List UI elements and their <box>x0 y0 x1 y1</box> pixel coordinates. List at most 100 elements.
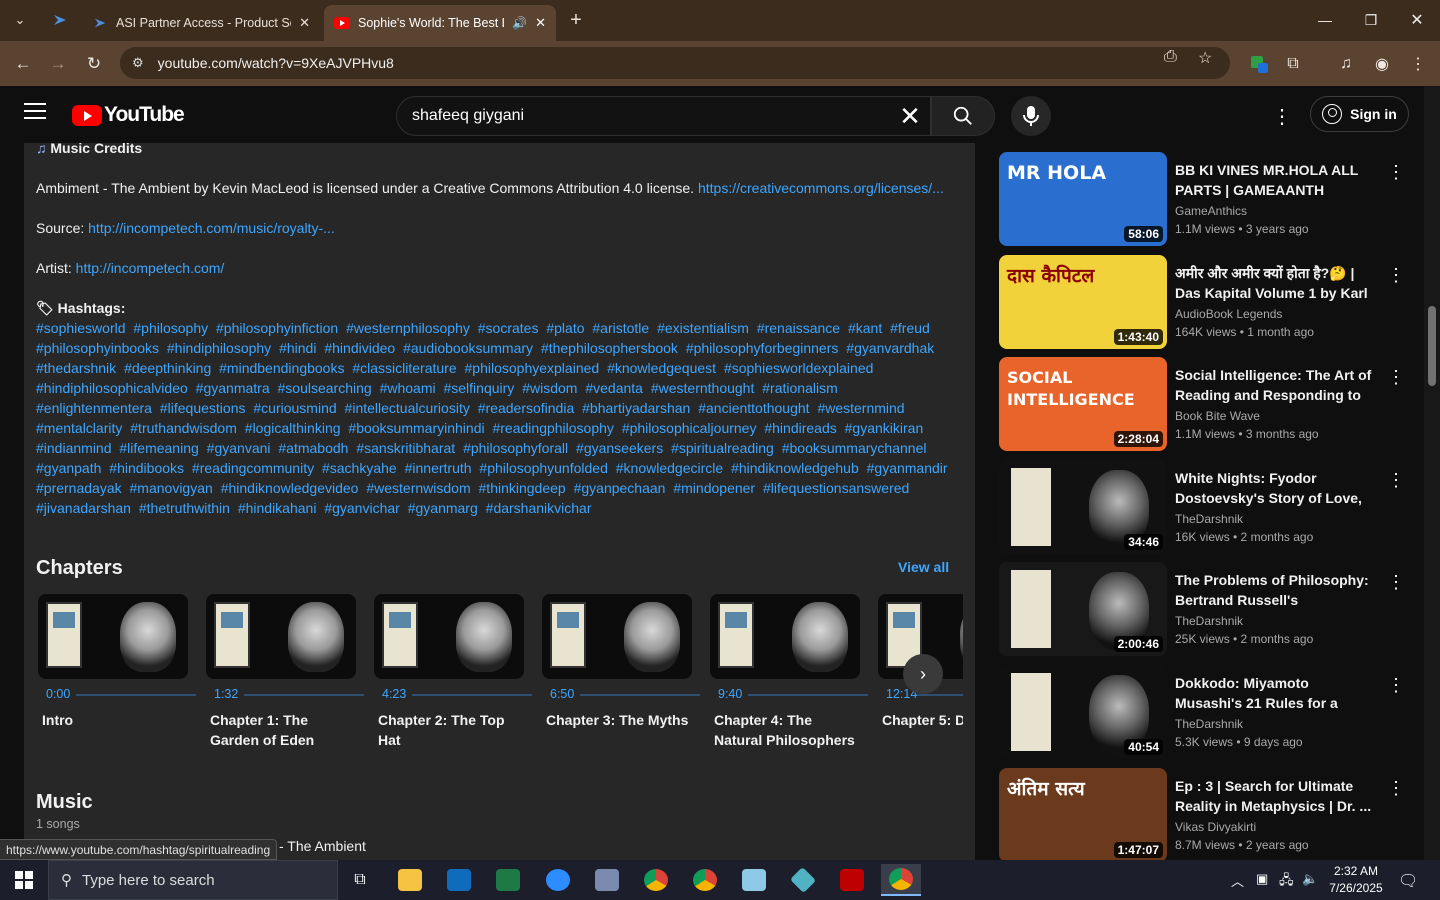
hashtag-link[interactable]: #whoami <box>380 380 436 396</box>
voice-search-button[interactable] <box>1011 96 1051 136</box>
notepad-icon[interactable] <box>734 864 774 896</box>
chapter-title[interactable]: Chapter 2: The Top Hat <box>378 710 528 750</box>
network-icon[interactable]: 🖧 <box>1279 871 1294 893</box>
video-title[interactable]: Dokkodo: Miyamoto Musashi's 21 Rules for… <box>1175 673 1375 713</box>
minimize-icon[interactable]: — <box>1302 0 1348 40</box>
video-thumbnail[interactable]: SOCIAL INTELLIGENCE 2:28:04 <box>999 357 1167 452</box>
related-video-item[interactable]: SOCIAL INTELLIGENCE 2:28:04 Social Intelli… <box>999 357 1411 452</box>
video-menu-icon[interactable]: ⋮ <box>1387 470 1405 491</box>
hashtag-link[interactable]: #audiobooksummary <box>403 340 533 356</box>
chapter-item[interactable]: 4:23 Chapter 2: The Top Hat <box>374 594 532 748</box>
back-icon[interactable]: ← <box>8 49 38 79</box>
hashtag-link[interactable]: #thedarshnik <box>36 360 116 376</box>
hashtag-link[interactable]: #selfinquiry <box>443 380 514 396</box>
chapter-timestamp[interactable]: 0:00 <box>46 687 70 701</box>
settings-more-icon[interactable]: ⋮ <box>1266 102 1298 130</box>
hashtag-link[interactable]: #existentialism <box>657 320 749 336</box>
zoom-icon[interactable] <box>538 864 578 896</box>
channel-name[interactable]: GameAnthics <box>1175 204 1375 218</box>
hashtag-link[interactable]: #sophiesworldexplained <box>724 360 873 376</box>
hashtag-link[interactable]: #truthandwisdom <box>130 420 237 436</box>
hashtag-link[interactable]: #hindibooks <box>109 460 184 476</box>
video-title[interactable]: अमीर और अमीर क्यों होता है?🤔 | Das Kapit… <box>1175 263 1375 303</box>
hashtag-link[interactable]: #bhartiyadarshan <box>582 400 690 416</box>
hashtag-link[interactable]: #philosophyinbooks <box>36 340 159 356</box>
hashtag-link[interactable]: #booksummaryinhindi <box>348 420 484 436</box>
hashtag-link[interactable]: #hindi <box>279 340 316 356</box>
search-button[interactable] <box>931 96 995 136</box>
hashtag-link[interactable]: #booksummarychannel <box>782 440 927 456</box>
address-bar[interactable]: ⚙ youtube.com/watch?v=9XeAJVPHvu8 <box>120 47 1230 79</box>
hashtag-link[interactable]: #sophiesworld <box>36 320 126 336</box>
scrollbar-thumb[interactable] <box>1428 306 1436 386</box>
hashtag-link[interactable]: #readersofindia <box>478 400 575 416</box>
file-explorer-icon[interactable] <box>390 864 430 896</box>
tab-close-icon[interactable]: ✕ <box>535 15 546 31</box>
hashtag-link[interactable]: #sanskritibharat <box>356 440 455 456</box>
hashtag-link[interactable]: #gyanvani <box>207 440 271 456</box>
related-video-item[interactable]: 2:00:46 The Problems of Philosophy: Bertr… <box>999 562 1411 657</box>
chapter-item[interactable]: 0:00 Intro <box>38 594 196 728</box>
channel-name[interactable]: TheDarshnik <box>1175 512 1375 526</box>
hashtag-link[interactable]: #philosophyunfolded <box>479 460 607 476</box>
hashtag-link[interactable]: #hindikahani <box>238 500 317 516</box>
hashtag-link[interactable]: #philosophyforall <box>463 440 568 456</box>
hashtag-link[interactable]: #jivanadarshan <box>36 500 131 516</box>
chapter-thumbnail[interactable] <box>710 594 860 679</box>
close-window-icon[interactable]: ✕ <box>1394 0 1440 40</box>
chapter-thumbnail[interactable] <box>374 594 524 679</box>
video-menu-icon[interactable]: ⋮ <box>1387 778 1405 799</box>
hashtag-link[interactable]: #kant <box>848 320 882 336</box>
hashtag-link[interactable]: #curiousmind <box>253 400 336 416</box>
chapter-title[interactable]: Chapter 4: The Natural Philosophers <box>714 710 864 750</box>
bookmark-star-icon[interactable]: ☆ <box>1198 48 1212 68</box>
browser-menu-icon[interactable]: ⋮ <box>1405 51 1431 77</box>
hashtag-link[interactable]: #darshanikvichar <box>486 500 592 516</box>
source-link[interactable]: http://incompetech.com/music/royalty-... <box>88 220 335 236</box>
hashtag-link[interactable]: #gyanvichar <box>324 500 400 516</box>
hashtag-link[interactable]: #wisdom <box>522 380 577 396</box>
hashtag-link[interactable]: #hindiphilosophy <box>167 340 271 356</box>
chevron-right-icon[interactable]: › <box>903 654 943 694</box>
chapter-thumbnail[interactable] <box>206 594 356 679</box>
tab-search-icon[interactable]: ⌄ <box>6 6 34 34</box>
chapter-timestamp[interactable]: 9:40 <box>718 687 742 701</box>
related-video-item[interactable]: 40:54 Dokkodo: Miyamoto Musashi's 21 Rule… <box>999 665 1411 760</box>
reload-icon[interactable]: ↻ <box>79 49 109 79</box>
hashtag-link[interactable]: #enlightenmentera <box>36 400 152 416</box>
video-menu-icon[interactable]: ⋮ <box>1387 162 1405 183</box>
sign-in-button[interactable]: Sign in <box>1310 96 1409 132</box>
hashtag-link[interactable]: #westernmind <box>817 400 904 416</box>
chapter-timestamp[interactable]: 6:50 <box>550 687 574 701</box>
hashtag-link[interactable]: #prernadayak <box>36 480 122 496</box>
channel-name[interactable]: AudioBook Legends <box>1175 307 1375 321</box>
hashtag-link[interactable]: #thinkingdeep <box>479 480 566 496</box>
new-tab-button[interactable]: + <box>562 6 590 34</box>
page-scrollbar[interactable] <box>1424 86 1440 860</box>
hashtag-link[interactable]: #westernwisdom <box>366 480 470 496</box>
hashtag-link[interactable]: #hindiphilosophicalvideo <box>36 380 188 396</box>
app-diamond-icon[interactable] <box>783 864 823 896</box>
hashtag-link[interactable]: #mindopener <box>673 480 755 496</box>
hashtag-link[interactable]: #gyanmarg <box>408 500 478 516</box>
chapter-item[interactable]: 9:40 Chapter 4: The Natural Philosophers <box>710 594 868 748</box>
tab-asi-partner[interactable]: ASI Partner Access - Product Se ✕ <box>82 5 320 41</box>
hashtag-link[interactable]: #gyanpechaan <box>574 480 666 496</box>
chapter-title[interactable]: Intro <box>42 710 192 730</box>
hashtag-link[interactable]: #thephilosophersbook <box>541 340 678 356</box>
chapter-timestamp[interactable]: 4:23 <box>382 687 406 701</box>
hashtag-link[interactable]: #readingcommunity <box>192 460 314 476</box>
excel-icon[interactable] <box>488 864 528 896</box>
hashtag-link[interactable]: #gyanpath <box>36 460 101 476</box>
audio-icon[interactable]: 🔊 <box>512 16 527 30</box>
chapter-title[interactable]: Chapter 1: The Garden of Eden <box>210 710 360 750</box>
hashtag-link[interactable]: #philosophyinfiction <box>216 320 338 336</box>
youtube-logo[interactable]: YouTube <box>72 103 185 127</box>
video-title[interactable]: The Problems of Philosophy: Bertrand Rus… <box>1175 570 1375 610</box>
video-thumbnail[interactable]: 34:46 <box>999 459 1167 554</box>
channel-name[interactable]: TheDarshnik <box>1175 614 1375 628</box>
windows-start-icon[interactable] <box>0 860 48 900</box>
hashtag-link[interactable]: #manovigyan <box>130 480 213 496</box>
video-menu-icon[interactable]: ⋮ <box>1387 675 1405 696</box>
related-video-item[interactable]: 34:46 White Nights: Fyodor Dostoevsky's S… <box>999 459 1411 555</box>
